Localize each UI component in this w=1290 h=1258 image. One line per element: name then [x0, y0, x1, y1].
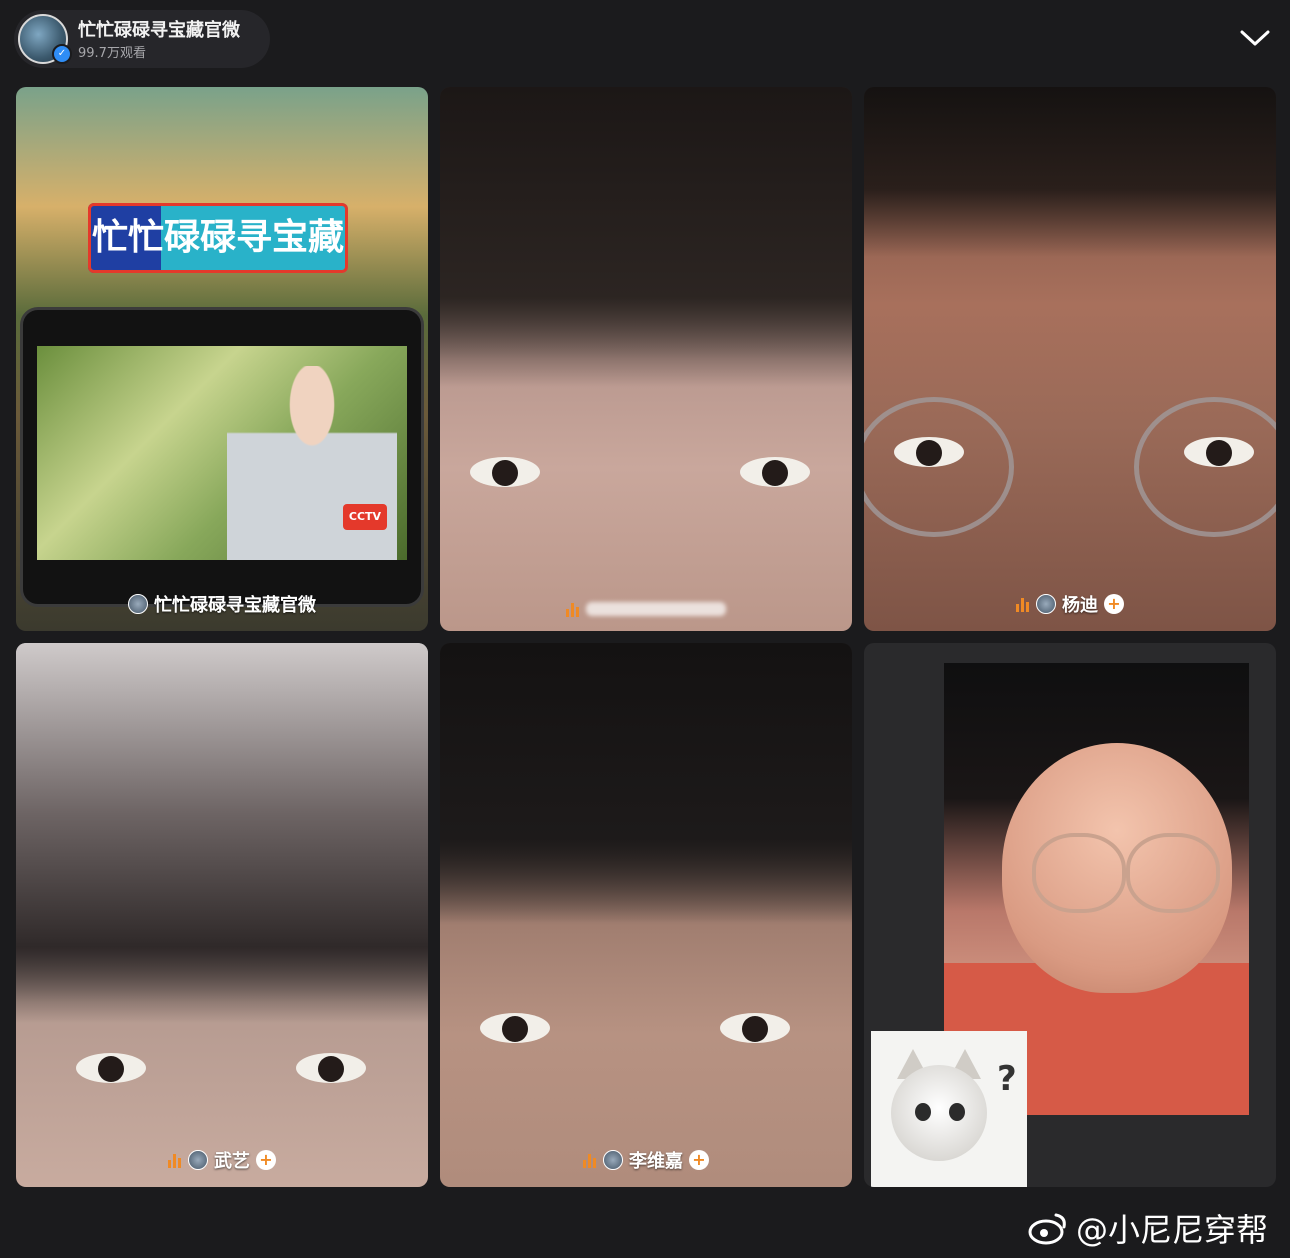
- chevron-down-icon[interactable]: [1232, 18, 1278, 58]
- cat-eye: [915, 1103, 931, 1121]
- left-eye: [470, 457, 540, 487]
- tile-username: 李维嘉: [629, 1151, 683, 1172]
- host-name[interactable]: 忙忙碌碌寻宝藏官微: [78, 16, 240, 42]
- weibo-icon: [1028, 1213, 1066, 1245]
- left-eye: [76, 1053, 146, 1083]
- follow-plus-icon[interactable]: +: [256, 1150, 276, 1170]
- tile-name-label: 武艺 +: [16, 1147, 428, 1173]
- left-eye: [894, 437, 964, 467]
- video-tile-6[interactable]: ?: [864, 643, 1276, 1187]
- audio-level-icon: [1016, 596, 1030, 612]
- glasses-right-lens: [1134, 397, 1276, 537]
- glasses-left-lens: [1032, 833, 1126, 913]
- video-tile-yangdi[interactable]: 杨迪 +: [864, 87, 1276, 631]
- user-avatar: [1036, 594, 1056, 614]
- right-eye: [296, 1053, 366, 1083]
- hair-area: [440, 643, 852, 923]
- audio-level-icon: [168, 1152, 182, 1168]
- channel-badge: CCTV: [343, 504, 387, 530]
- user-avatar: [188, 1150, 208, 1170]
- video-tile-liweijia[interactable]: 李维嘉 +: [440, 643, 852, 1187]
- bald-head: [1002, 743, 1232, 993]
- left-eye: [480, 1013, 550, 1043]
- user-avatar: [603, 1150, 623, 1170]
- video-tile-wuyi[interactable]: 武艺 +: [16, 643, 428, 1187]
- watermark: @小尼尼穿帮: [1028, 1205, 1268, 1251]
- watermark-text: @小尼尼穿帮: [1076, 1211, 1269, 1249]
- audio-level-icon: [583, 1152, 597, 1168]
- verified-badge-icon: ✓: [52, 44, 72, 64]
- hair-area: [16, 643, 428, 1023]
- tile-username: 武艺: [214, 1151, 250, 1172]
- live-header: ✓ 忙忙碌碌寻宝藏官微 99.7万观看: [0, 0, 1290, 80]
- tile-username: 忙忙碌碌寻宝藏官微: [154, 595, 316, 616]
- tile-name-label: 忙忙碌碌寻宝藏官微: [16, 591, 428, 617]
- show-poster-logo: 忙忙碌碌寻宝藏: [88, 203, 348, 273]
- right-eye: [720, 1013, 790, 1043]
- tile-name-label: 李维嘉 +: [440, 1147, 852, 1173]
- video-tile-guest-2[interactable]: [440, 87, 852, 631]
- right-eye: [740, 457, 810, 487]
- question-mark: ?: [997, 1059, 1017, 1099]
- glasses-right-lens: [1126, 833, 1220, 913]
- glasses-left-lens: [864, 397, 1014, 537]
- cat-sticker-image: ?: [871, 1031, 1027, 1187]
- blurred-username: [586, 602, 726, 616]
- follow-plus-icon[interactable]: +: [689, 1150, 709, 1170]
- viewer-count: 99.7万观看: [78, 46, 146, 61]
- tile-name-label: 杨迪 +: [864, 591, 1276, 617]
- video-tile-official[interactable]: 忙忙碌碌寻宝藏 CCTV 忙忙碌碌寻宝藏官微: [16, 87, 428, 631]
- tablet-device: CCTV: [20, 307, 424, 607]
- user-avatar: [128, 594, 148, 614]
- hair-area: [864, 87, 1276, 257]
- follow-plus-icon[interactable]: +: [1104, 594, 1124, 614]
- cat-face: [891, 1065, 987, 1161]
- tablet-screen: CCTV: [37, 346, 407, 560]
- audio-level-icon: [566, 601, 580, 617]
- screen-person-image: [227, 366, 397, 560]
- cat-eye: [949, 1103, 965, 1121]
- hair-area: [440, 87, 852, 387]
- tile-username: 杨迪: [1062, 595, 1098, 616]
- right-eye: [1184, 437, 1254, 467]
- tile-name-label: [440, 601, 852, 617]
